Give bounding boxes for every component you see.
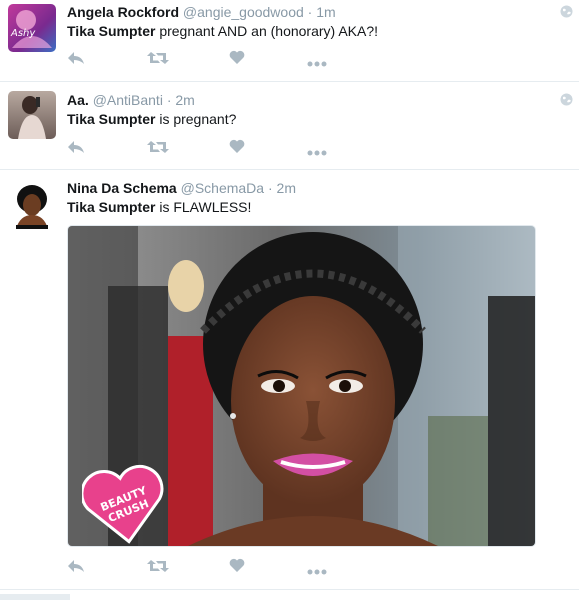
tweet: Aa. @AntiBanti · 2m Tika Sumpter is preg… xyxy=(0,81,579,170)
retweet-icon[interactable] xyxy=(147,139,169,160)
tweet-text: Tika Sumpter pregnant AND an (honorary) … xyxy=(67,22,378,40)
avatar-label: Ashy xyxy=(10,28,36,39)
display-name[interactable]: Aa. xyxy=(67,92,89,108)
tweet: Ashy Angela Rockford @angie_goodwood · 1… xyxy=(0,0,579,82)
timestamp[interactable]: 2m xyxy=(175,92,194,108)
tweet-header: Angela Rockford @angie_goodwood · 1m xyxy=(67,3,336,21)
more-icon[interactable] xyxy=(307,54,327,72)
avatar[interactable] xyxy=(8,181,56,229)
reply-icon[interactable] xyxy=(67,50,85,71)
tweet-text-highlight: Tika Sumpter xyxy=(67,23,156,39)
user-handle[interactable]: @AntiBanti xyxy=(93,92,163,108)
tweet-text: Tika Sumpter is FLAWLESS! xyxy=(67,198,251,216)
retweet-icon[interactable] xyxy=(147,558,169,579)
more-icon[interactable] xyxy=(307,562,327,580)
display-name[interactable]: Nina Da Schema xyxy=(67,180,177,196)
like-icon[interactable] xyxy=(229,50,245,70)
next-tweet-edge xyxy=(0,594,70,600)
display-name[interactable]: Angela Rockford xyxy=(67,4,179,20)
user-handle[interactable]: @SchemaDa xyxy=(181,180,264,196)
avatar-image: Ashy xyxy=(10,10,52,48)
avatar-image xyxy=(16,185,48,229)
tweet-header: Nina Da Schema @SchemaDa · 2m xyxy=(67,179,296,197)
tweet-text-highlight: Tika Sumpter xyxy=(67,111,156,127)
like-icon[interactable] xyxy=(229,139,245,159)
user-handle[interactable]: @angie_goodwood xyxy=(183,4,304,20)
tweet-header: Aa. @AntiBanti · 2m xyxy=(67,91,195,109)
reply-icon[interactable] xyxy=(67,139,85,160)
avatar[interactable] xyxy=(8,91,56,139)
separator: · xyxy=(166,92,172,108)
avatar-image xyxy=(18,96,46,139)
tweet-text-body: pregnant AND an (honorary) AKA?! xyxy=(155,23,379,39)
like-icon[interactable] xyxy=(229,558,245,578)
tweet-text: Tika Sumpter is pregnant? xyxy=(67,110,236,128)
tweet-text-body: is FLAWLESS! xyxy=(155,199,252,215)
tweet-actions xyxy=(67,558,347,578)
tweet-actions xyxy=(67,139,347,159)
avatar[interactable]: Ashy xyxy=(8,4,56,52)
globe-icon xyxy=(560,93,573,106)
timestamp[interactable]: 1m xyxy=(316,4,335,20)
more-icon[interactable] xyxy=(307,143,327,161)
beauty-crush-badge: BEAUTY CRUSH xyxy=(80,464,166,544)
tweet-actions xyxy=(67,50,347,70)
retweet-icon[interactable] xyxy=(147,50,169,71)
timestamp[interactable]: 2m xyxy=(277,180,296,196)
separator: · xyxy=(307,4,313,20)
reply-icon[interactable] xyxy=(67,558,85,579)
tweet-media-photo[interactable]: BEAUTY CRUSH xyxy=(67,225,536,547)
tweet-text-highlight: Tika Sumpter xyxy=(67,199,156,215)
globe-icon xyxy=(560,5,573,18)
tweet: Nina Da Schema @SchemaDa · 2m Tika Sumpt… xyxy=(0,169,579,590)
tweet-text-body: is pregnant? xyxy=(155,111,237,127)
separator: · xyxy=(267,180,273,196)
